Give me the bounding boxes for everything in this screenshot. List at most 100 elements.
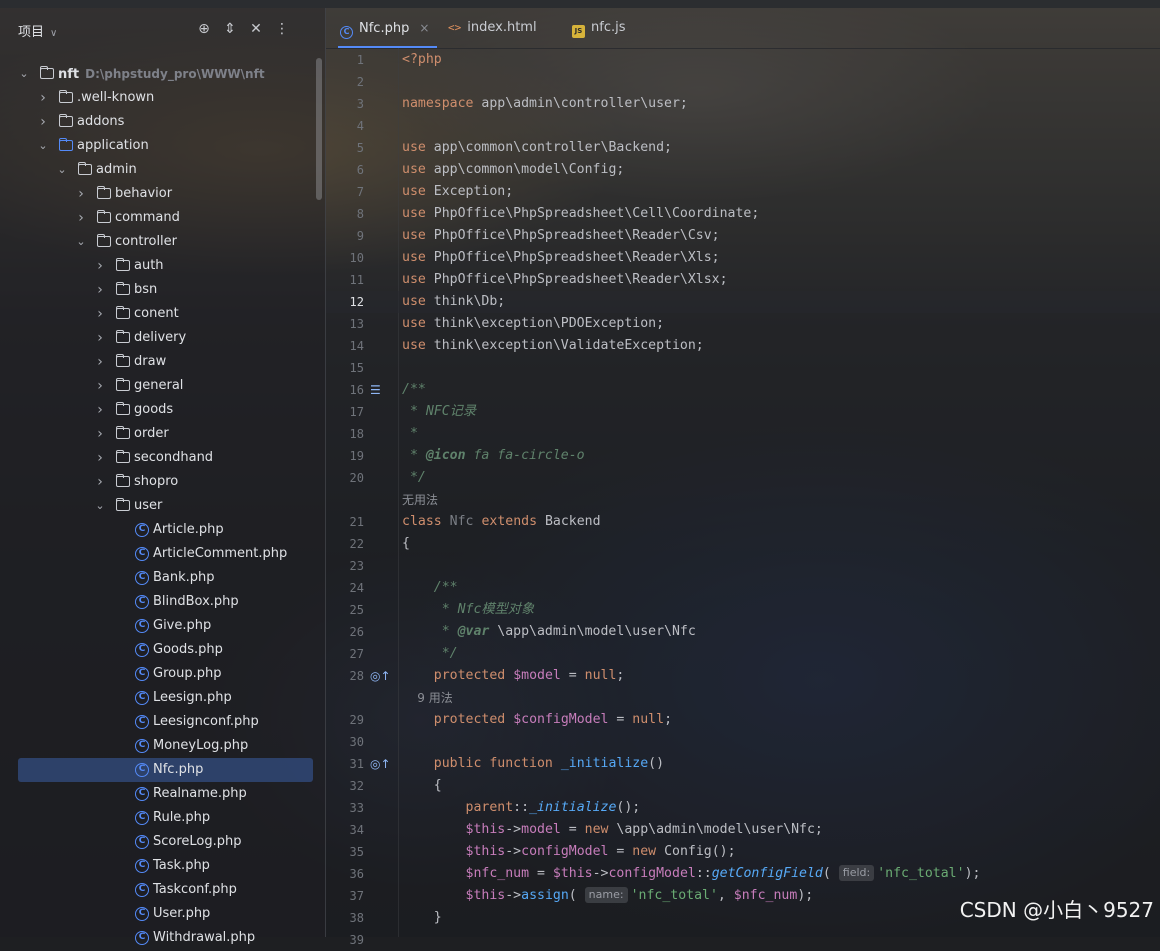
tree-folder-item[interactable]: › conent bbox=[18, 302, 313, 326]
code-line[interactable]: use PhpOffice\PhpSpreadsheet\Reader\Csv; bbox=[402, 225, 720, 247]
tree-folder-item[interactable]: › goods bbox=[18, 398, 313, 422]
code-line[interactable]: } bbox=[402, 907, 442, 929]
tree-folder-item[interactable]: › draw bbox=[18, 350, 313, 374]
chevron-down-icon[interactable]: ⌄ bbox=[37, 134, 49, 158]
code-line[interactable]: { bbox=[402, 533, 410, 555]
chevron-right-icon[interactable]: › bbox=[94, 470, 106, 494]
locate-file-icon[interactable]: ⊕ bbox=[197, 20, 211, 38]
tree-folder-item[interactable]: › general bbox=[18, 374, 313, 398]
chevron-right-icon[interactable]: › bbox=[75, 182, 87, 206]
chevron-right-icon[interactable]: › bbox=[94, 326, 106, 350]
code-line[interactable]: * bbox=[402, 423, 418, 445]
tree-file-item[interactable]: C Rule.php bbox=[18, 806, 313, 830]
tree-folder-item[interactable]: › .well-known bbox=[18, 86, 313, 110]
usage-hint[interactable]: 无用法 bbox=[402, 489, 438, 511]
override-icon[interactable]: ◎↑ bbox=[370, 665, 391, 687]
tree-folder-item[interactable]: ⌄ admin bbox=[18, 158, 313, 182]
chevron-right-icon[interactable]: › bbox=[94, 446, 106, 470]
code-line[interactable]: */ bbox=[402, 643, 458, 665]
code-line[interactable]: protected $configModel = null; bbox=[402, 709, 672, 731]
collapse-all-icon[interactable]: ✕ bbox=[249, 20, 263, 38]
doc-render-icon[interactable]: ☰ bbox=[370, 379, 381, 401]
chevron-right-icon[interactable]: › bbox=[94, 302, 106, 326]
code-line[interactable]: * @icon fa fa-circle-o bbox=[402, 445, 585, 467]
tree-folder-item[interactable]: › bsn bbox=[18, 278, 313, 302]
tree-folder-item[interactable]: › command bbox=[18, 206, 313, 230]
tree-file-item[interactable]: C Nfc.php bbox=[18, 758, 313, 782]
code-line[interactable]: * Nfc模型对象 bbox=[402, 599, 534, 621]
tree-folder-item[interactable]: › auth bbox=[18, 254, 313, 278]
tree-folder-item[interactable]: › behavior bbox=[18, 182, 313, 206]
tree-file-item[interactable]: C Group.php bbox=[18, 662, 313, 686]
tree-file-item[interactable]: C Task.php bbox=[18, 854, 313, 878]
code-line[interactable]: <?php bbox=[402, 49, 442, 71]
code-line[interactable]: use PhpOffice\PhpSpreadsheet\Reader\Xlsx… bbox=[402, 269, 728, 291]
code-line[interactable]: $this->assign( name:'nfc_total', $nfc_nu… bbox=[402, 885, 813, 907]
tree-folder-item[interactable]: › secondhand bbox=[18, 446, 313, 470]
tree-file-item[interactable]: C Withdrawal.php bbox=[18, 926, 313, 950]
code-line[interactable]: use think\Db; bbox=[402, 291, 505, 313]
chevron-right-icon[interactable]: › bbox=[94, 422, 106, 446]
code-line[interactable]: * @var \app\admin\model\user\Nfc bbox=[402, 621, 696, 643]
tree-folder-item[interactable]: › delivery bbox=[18, 326, 313, 350]
code-line[interactable]: $this->configModel = new Config(); bbox=[402, 841, 736, 863]
chevron-right-icon[interactable]: › bbox=[75, 206, 87, 230]
tree-file-item[interactable]: C Give.php bbox=[18, 614, 313, 638]
tab-nfc-js[interactable]: JS nfc.js bbox=[570, 8, 633, 48]
tab-index-html[interactable]: <> index.html bbox=[446, 8, 545, 48]
tree-folder-item[interactable]: › shopro bbox=[18, 470, 313, 494]
override-icon[interactable]: ◎↑ bbox=[370, 753, 391, 775]
code-editor[interactable]: 1 <?php 2 3 namespace app\admin\controller\u… bbox=[326, 48, 1160, 947]
tree-file-item[interactable]: C Leesign.php bbox=[18, 686, 313, 710]
expand-all-icon[interactable]: ⇕ bbox=[223, 20, 237, 38]
tree-file-item[interactable]: C Bank.php bbox=[18, 566, 313, 590]
chevron-right-icon[interactable]: › bbox=[94, 350, 106, 374]
tree-file-item[interactable]: C Goods.php bbox=[18, 638, 313, 662]
usage-hint[interactable]: 9 用法 bbox=[402, 687, 452, 709]
chevron-down-icon[interactable]: ⌄ bbox=[18, 62, 30, 86]
tree-folder-item[interactable]: › order bbox=[18, 422, 313, 446]
tree-file-item[interactable]: C MoneyLog.php bbox=[18, 734, 313, 758]
tree-file-item[interactable]: C Article.php bbox=[18, 518, 313, 542]
tree-file-item[interactable]: C BlindBox.php bbox=[18, 590, 313, 614]
chevron-down-icon[interactable]: ⌄ bbox=[94, 494, 106, 518]
tree-file-item[interactable]: C Taskconf.php bbox=[18, 878, 313, 902]
chevron-right-icon[interactable]: › bbox=[94, 374, 106, 398]
chevron-right-icon[interactable]: › bbox=[94, 254, 106, 278]
code-line[interactable]: class Nfc extends Backend bbox=[402, 511, 601, 533]
chevron-right-icon[interactable]: › bbox=[37, 110, 49, 134]
tree-folder-item[interactable]: ⌄ user bbox=[18, 494, 313, 518]
tree-folder-item[interactable]: › addons bbox=[18, 110, 313, 134]
code-line[interactable]: public function _initialize() bbox=[402, 753, 664, 775]
code-line[interactable]: use think\exception\PDOException; bbox=[402, 313, 664, 335]
code-line[interactable]: use app\common\controller\Backend; bbox=[402, 137, 672, 159]
more-options-icon[interactable]: ⋮ bbox=[275, 20, 289, 38]
code-line[interactable]: use think\exception\ValidateException; bbox=[402, 335, 704, 357]
chevron-right-icon[interactable]: › bbox=[37, 86, 49, 110]
chevron-down-icon[interactable]: ⌄ bbox=[75, 230, 87, 254]
code-line[interactable]: use app\common\model\Config; bbox=[402, 159, 624, 181]
tree-file-item[interactable]: C User.php bbox=[18, 902, 313, 926]
tab-Nfc-php[interactable]: C Nfc.php × bbox=[338, 8, 438, 48]
chevron-right-icon[interactable]: › bbox=[94, 278, 106, 302]
tree-folder-item[interactable]: ⌄ application bbox=[18, 134, 313, 158]
code-line[interactable]: */ bbox=[402, 467, 426, 489]
code-line[interactable]: $nfc_num = $this->configModel::getConfig… bbox=[402, 863, 980, 885]
code-line[interactable]: use PhpOffice\PhpSpreadsheet\Reader\Xls; bbox=[402, 247, 720, 269]
code-line[interactable]: /** bbox=[402, 379, 426, 401]
tree-file-item[interactable]: C ArticleComment.php bbox=[18, 542, 313, 566]
code-line[interactable]: use Exception; bbox=[402, 181, 513, 203]
sidebar-scrollbar[interactable] bbox=[316, 58, 322, 200]
code-line[interactable]: namespace app\admin\controller\user; bbox=[402, 93, 688, 115]
code-line[interactable]: { bbox=[402, 775, 442, 797]
tree-file-item[interactable]: C Leesignconf.php bbox=[18, 710, 313, 734]
code-line[interactable]: /** bbox=[402, 577, 458, 599]
tree-file-item[interactable]: C Realname.php bbox=[18, 782, 313, 806]
chevron-down-icon[interactable]: ⌄ bbox=[56, 158, 68, 182]
code-line[interactable]: protected $model = null; bbox=[402, 665, 625, 687]
close-tab-icon[interactable]: × bbox=[419, 21, 429, 35]
tree-file-item[interactable]: C ScoreLog.php bbox=[18, 830, 313, 854]
project-view-selector[interactable]: 项目 ∨ bbox=[18, 21, 57, 40]
code-line[interactable]: parent::_initialize(); bbox=[402, 797, 641, 819]
code-line[interactable]: use PhpOffice\PhpSpreadsheet\Cell\Coordi… bbox=[402, 203, 759, 225]
